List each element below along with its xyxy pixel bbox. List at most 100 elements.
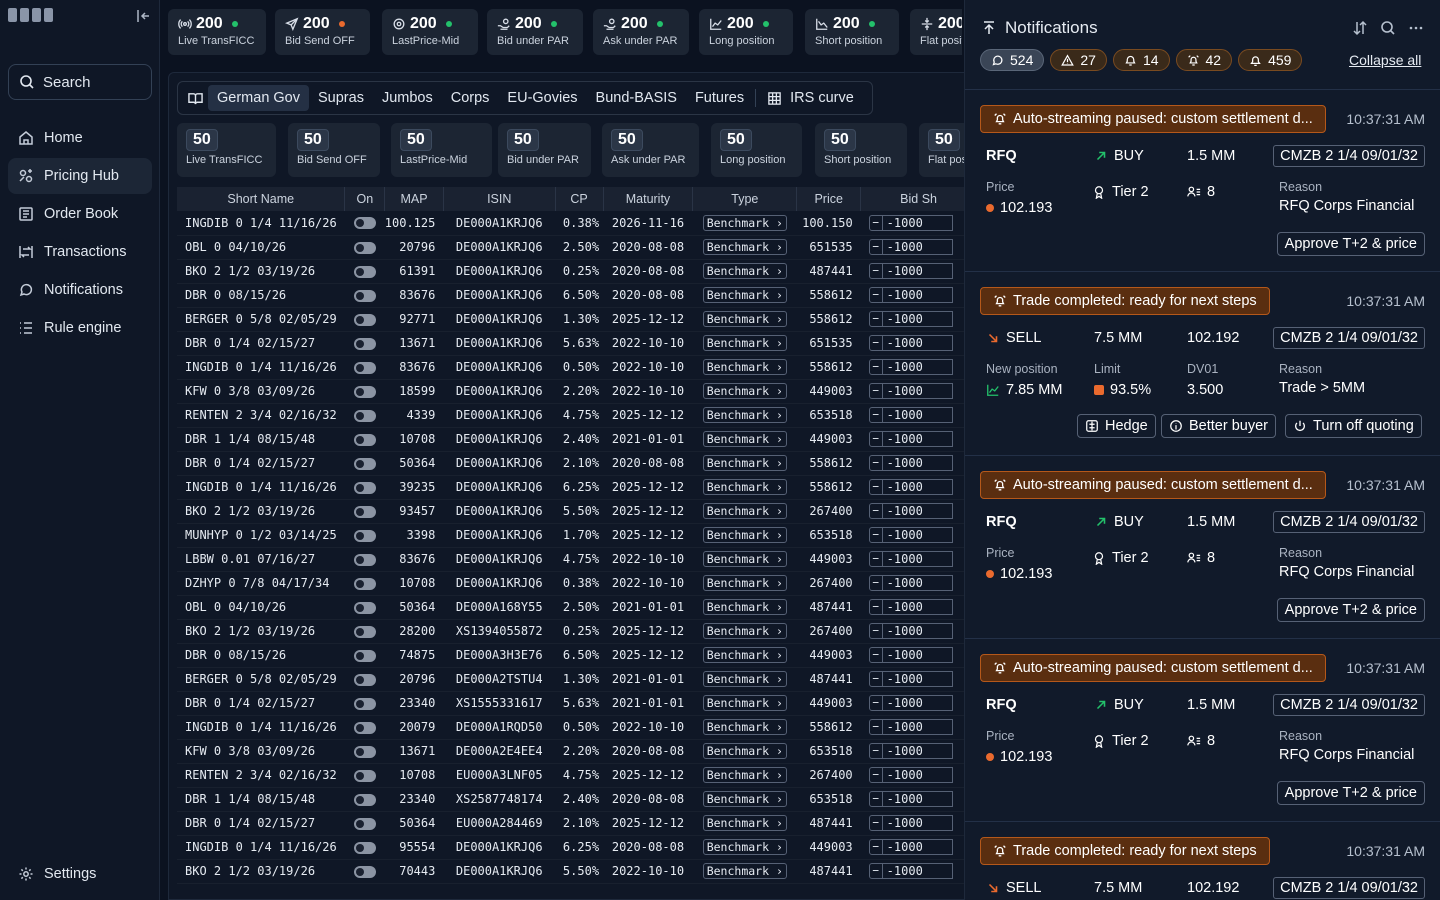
bid-size-value[interactable]: -1000: [882, 575, 953, 591]
table-row[interactable]: OBL 0 04/10/26 50364 DE000A168Y55 2.50% 2021…: [177, 595, 967, 620]
type-dropdown[interactable]: Benchmark ›: [702, 263, 787, 279]
table-row[interactable]: KFW 0 3/8 03/09/26 18599 DE000A1KRJQ6 2.20%…: [177, 379, 967, 404]
type-dropdown[interactable]: Benchmark ›: [702, 599, 787, 615]
minus-icon[interactable]: −: [868, 671, 883, 687]
type-dropdown[interactable]: Benchmark ›: [702, 695, 787, 711]
bid-size-value[interactable]: -1000: [882, 671, 953, 687]
minus-icon[interactable]: −: [868, 527, 883, 543]
table-row[interactable]: BERGER 0 5/8 02/05/29 92771 DE000A1KRJQ6 1.…: [177, 307, 967, 332]
hedge-button[interactable]: Hedge: [1077, 414, 1156, 438]
bid-size-stepper[interactable]: − -1000: [868, 647, 953, 663]
table-row[interactable]: INGDIB 0 1/4 11/16/26 39235 DE000A1KRJQ6 6.…: [177, 475, 967, 500]
minus-icon[interactable]: −: [868, 647, 883, 663]
collapse-all-link[interactable]: Collapse all: [1349, 52, 1421, 68]
sidebar-item-pricing-hub[interactable]: Pricing Hub: [8, 158, 152, 194]
table-row[interactable]: KFW 0 3/8 03/09/26 13671 DE000A2E4EE4 2.20%…: [177, 739, 967, 764]
bid-size-stepper[interactable]: − -1000: [868, 335, 953, 351]
bid-size-value[interactable]: -1000: [882, 815, 953, 831]
type-dropdown[interactable]: Benchmark ›: [702, 287, 787, 303]
type-dropdown[interactable]: Benchmark ›: [702, 214, 787, 231]
bid-size-value[interactable]: -1000: [882, 767, 953, 783]
on-toggle[interactable]: [353, 769, 376, 782]
type-dropdown[interactable]: Benchmark ›: [702, 575, 787, 591]
minus-icon[interactable]: −: [868, 623, 883, 639]
type-dropdown[interactable]: Benchmark ›: [702, 407, 787, 423]
bid-size-value[interactable]: -1000: [882, 455, 953, 471]
minus-icon[interactable]: −: [868, 743, 883, 759]
bid-size-value[interactable]: -1000: [882, 743, 953, 759]
minus-icon[interactable]: −: [868, 599, 883, 615]
tab-strategy-card[interactable]: 50 Bid under PAR: [498, 123, 591, 177]
on-toggle[interactable]: [353, 361, 376, 374]
on-toggle[interactable]: [353, 841, 376, 854]
column-header[interactable]: CP: [555, 187, 604, 211]
bid-size-stepper[interactable]: − -1000: [868, 239, 953, 255]
column-header[interactable]: Type: [692, 187, 798, 211]
type-dropdown[interactable]: Benchmark ›: [702, 839, 787, 855]
bid-size-value[interactable]: -1000: [882, 383, 953, 399]
tab-eu-govies[interactable]: EU-Govies: [498, 85, 586, 111]
bid-size-value[interactable]: -1000: [882, 263, 953, 279]
table-row[interactable]: INGDIB 0 1/4 11/16/26 100.125 DE000A1KRJQ6…: [177, 211, 967, 236]
strategy-card[interactable]: 200 Bid under PAR: [487, 9, 583, 55]
bid-size-value[interactable]: -1000: [882, 479, 953, 495]
sidebar-item-order-book[interactable]: Order Book: [8, 196, 152, 232]
on-toggle[interactable]: [353, 601, 376, 614]
column-header[interactable]: Short Name: [177, 187, 346, 211]
sidebar-item-transactions[interactable]: Transactions: [8, 234, 152, 270]
tab-strategy-card[interactable]: 50 Live TransFICC: [177, 123, 276, 177]
strategy-card[interactable]: 200 Short position: [805, 9, 899, 55]
type-dropdown[interactable]: Benchmark ›: [702, 335, 787, 351]
bid-size-stepper[interactable]: − -1000: [868, 671, 953, 687]
table-row[interactable]: OBL 0 04/10/26 20796 DE000A1KRJQ6 2.50% 2020…: [177, 235, 967, 260]
bid-size-stepper[interactable]: − -1000: [868, 503, 953, 519]
minus-icon[interactable]: −: [868, 815, 883, 831]
table-row[interactable]: DZHYP 0 7/8 04/17/34 10708 DE000A1KRJQ6 0.3…: [177, 571, 967, 596]
minus-icon[interactable]: −: [868, 767, 883, 783]
filter-chip[interactable]: 42: [1175, 49, 1233, 71]
column-header[interactable]: MAP: [384, 187, 444, 211]
better-buyer-button[interactable]: Better buyer: [1161, 414, 1276, 438]
bid-size-value[interactable]: -1000: [882, 791, 953, 807]
type-dropdown[interactable]: Benchmark ›: [702, 719, 787, 735]
bid-size-stepper[interactable]: − -1000: [868, 479, 953, 495]
tab-bund-basis[interactable]: Bund-BASIS: [587, 85, 686, 111]
on-toggle[interactable]: [353, 649, 376, 662]
minus-icon[interactable]: −: [868, 311, 883, 327]
bid-size-value[interactable]: -1000: [882, 287, 953, 303]
bid-size-stepper[interactable]: − -1000: [868, 551, 953, 567]
notification-title-pill[interactable]: Auto-streaming paused: custom settlement…: [980, 105, 1326, 133]
column-header[interactable]: ISIN: [443, 187, 556, 211]
on-toggle[interactable]: [353, 745, 376, 758]
on-toggle[interactable]: [353, 265, 376, 278]
bid-size-stepper[interactable]: − -1000: [868, 839, 953, 855]
bid-size-stepper[interactable]: − -1000: [868, 863, 953, 879]
bid-size-stepper[interactable]: − -1000: [868, 311, 953, 327]
notification-title-pill[interactable]: Auto-streaming paused: custom settlement…: [980, 471, 1326, 499]
tab-strategy-card[interactable]: 50 Ask under PAR: [602, 123, 699, 177]
bid-size-stepper[interactable]: − -1000: [868, 527, 953, 543]
minus-icon[interactable]: −: [868, 359, 883, 375]
type-dropdown[interactable]: Benchmark ›: [702, 863, 787, 879]
bid-size-stepper[interactable]: − -1000: [868, 359, 953, 375]
minus-icon[interactable]: −: [868, 383, 883, 399]
table-row[interactable]: RENTEN 2 3/4 02/16/32 10708 EU000A3LNF05 4.…: [177, 763, 967, 788]
tab-strategy-card[interactable]: 50 LastPrice-Mid: [391, 123, 492, 177]
minus-icon[interactable]: −: [868, 239, 883, 255]
on-toggle[interactable]: [353, 481, 376, 494]
bid-size-value[interactable]: -1000: [882, 239, 953, 255]
bid-size-stepper[interactable]: − -1000: [868, 815, 953, 831]
on-toggle[interactable]: [353, 697, 376, 710]
notification-title-pill[interactable]: Auto-streaming paused: custom settlement…: [980, 654, 1326, 682]
minus-icon[interactable]: −: [868, 719, 883, 735]
bid-size-stepper[interactable]: − -1000: [868, 431, 953, 447]
on-toggle[interactable]: [353, 409, 376, 422]
bid-size-stepper[interactable]: − -1000: [868, 623, 953, 639]
bid-size-stepper[interactable]: − -1000: [868, 383, 953, 399]
bid-size-stepper[interactable]: − -1000: [868, 575, 953, 591]
bid-size-stepper[interactable]: − -1000: [868, 791, 953, 807]
type-dropdown[interactable]: Benchmark ›: [702, 359, 787, 375]
tab-corps[interactable]: Corps: [442, 85, 499, 111]
bid-size-stepper[interactable]: − -1000: [868, 263, 953, 279]
column-header[interactable]: Maturity: [603, 187, 694, 211]
